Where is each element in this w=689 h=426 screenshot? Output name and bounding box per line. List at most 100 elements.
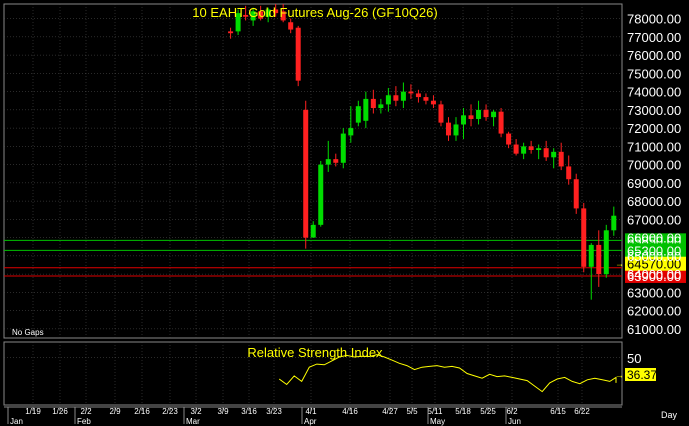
rsi-tick-50: 50 [627,351,641,366]
x-date-label: 6/2 [506,407,518,416]
candle-body [506,133,512,145]
x-date-label: 3/16 [241,407,257,416]
candle-body [551,151,557,158]
candle-body [453,124,459,136]
x-date-label: 2/9 [109,407,121,416]
candle-body [303,109,309,238]
candle-body [573,179,579,209]
price-tick-label: 68000.00 [627,194,681,209]
x-date-label: 3/9 [217,407,229,416]
candle-body [393,95,399,101]
x-month-label: Apr [304,417,317,426]
price-tick-label: 76000.00 [627,48,681,63]
price-tick-label: 75000.00 [627,66,681,81]
price-tick-label: 69000.00 [627,176,681,191]
candle-body [325,159,331,165]
chart-title: 10 EAHT Gold Futures Aug-26 (GF10Q26) [192,5,437,20]
last-price-arrow-icon: → [615,259,624,269]
x-date-label: 1/19 [25,407,41,416]
price-tick-label: 64000.00 [627,267,681,282]
price-tick-label: 70000.00 [627,158,681,173]
candle-body [491,111,497,118]
price-y-axis: 61000.00 62000.00 63000.00 64000.00 65000.00… [627,12,681,337]
candle-body [348,128,354,136]
candle-body [340,133,346,163]
x-month-label: Jun [508,417,521,426]
price-plot-frame [3,3,623,339]
candle-body [228,31,234,34]
candle-body [415,93,421,98]
candle-body [603,230,609,275]
x-date-label: 2/16 [134,407,150,416]
candle-body [385,95,391,105]
candle-body [498,111,504,134]
x-month-label: Mar [186,417,200,426]
no-gaps-note: No Gaps [12,328,44,337]
price-tick-label: 78000.00 [627,12,681,27]
x-month-label: May [430,417,445,426]
x-date-label: 5/25 [480,407,496,416]
time-axis: 1/19 1/26 2/2 2/9 2/16 2/23 3/2 3/9 3/16 3/23 4/1 4… [4,406,678,426]
candle-body [363,98,369,121]
x-date-label: 5/11 [428,407,444,416]
x-date-label: 3/23 [266,407,282,416]
candle-body [310,224,316,238]
price-tick-label: 77000.00 [627,30,681,45]
price-panel: 65850.0065300.0064350.0063900.00→64570.0… [3,3,686,339]
candle-body [461,115,467,125]
rsi-title: Relative Strength Index [247,345,383,360]
rsi-last-arrow-icon: → [615,370,624,380]
candle-body [423,97,429,101]
x-date-label: 2/23 [162,407,178,416]
candle-body [445,122,451,136]
candle-body [333,159,339,163]
candle-body [408,91,414,94]
candle-body [566,166,572,180]
candle-body [430,100,436,105]
candle-body [581,208,587,267]
candle-body [513,144,519,154]
candle-body [288,22,294,30]
candle-body [483,109,489,118]
candle-body [588,244,594,267]
candle-body [378,104,384,109]
candle-body [295,27,301,81]
price-tick-label: 65000.00 [627,249,681,264]
candle-body [611,215,617,231]
x-date-label: 5/5 [406,407,418,416]
x-date-label: 2/2 [80,407,92,416]
x-date-label: 3/2 [190,407,202,416]
price-tick-label: 66000.00 [627,231,681,246]
x-month-label: Feb [77,417,91,426]
x-date-label: 4/16 [342,407,358,416]
candle-body [558,151,564,167]
candle-body [318,164,324,225]
price-tick-label: 62000.00 [627,304,681,319]
x-date-label: 4/1 [305,407,317,416]
price-tick-label: 73000.00 [627,103,681,118]
price-tick-label: 63000.00 [627,285,681,300]
candle-body [536,148,542,151]
candle-body [596,244,602,275]
x-date-label: 4/27 [382,407,398,416]
candle-body [476,109,482,119]
candle-body [355,106,361,123]
x-date-label: 1/26 [52,407,68,416]
chart-canvas: 65850.0065300.0064350.0063900.00→64570.0… [3,3,686,426]
price-tick-label: 61000.00 [627,322,681,337]
x-date-label: 6/15 [550,407,566,416]
x-month-label: Jan [10,417,23,426]
candle-body [528,146,534,151]
x-date-label: 5/18 [455,407,471,416]
candle-body [370,98,376,109]
time-unit-label: Day [661,410,678,420]
candle-body [438,104,444,123]
candle-body [521,146,527,154]
candle-body [400,91,406,101]
price-tick-label: 72000.00 [627,121,681,136]
price-tick-label: 71000.00 [627,139,681,154]
candle-body [468,115,474,119]
price-tick-label: 67000.00 [627,212,681,227]
rsi-panel: Relative Strength Index 50 → 36.37 [3,341,657,406]
rsi-last-value: 36.37 [627,368,657,382]
